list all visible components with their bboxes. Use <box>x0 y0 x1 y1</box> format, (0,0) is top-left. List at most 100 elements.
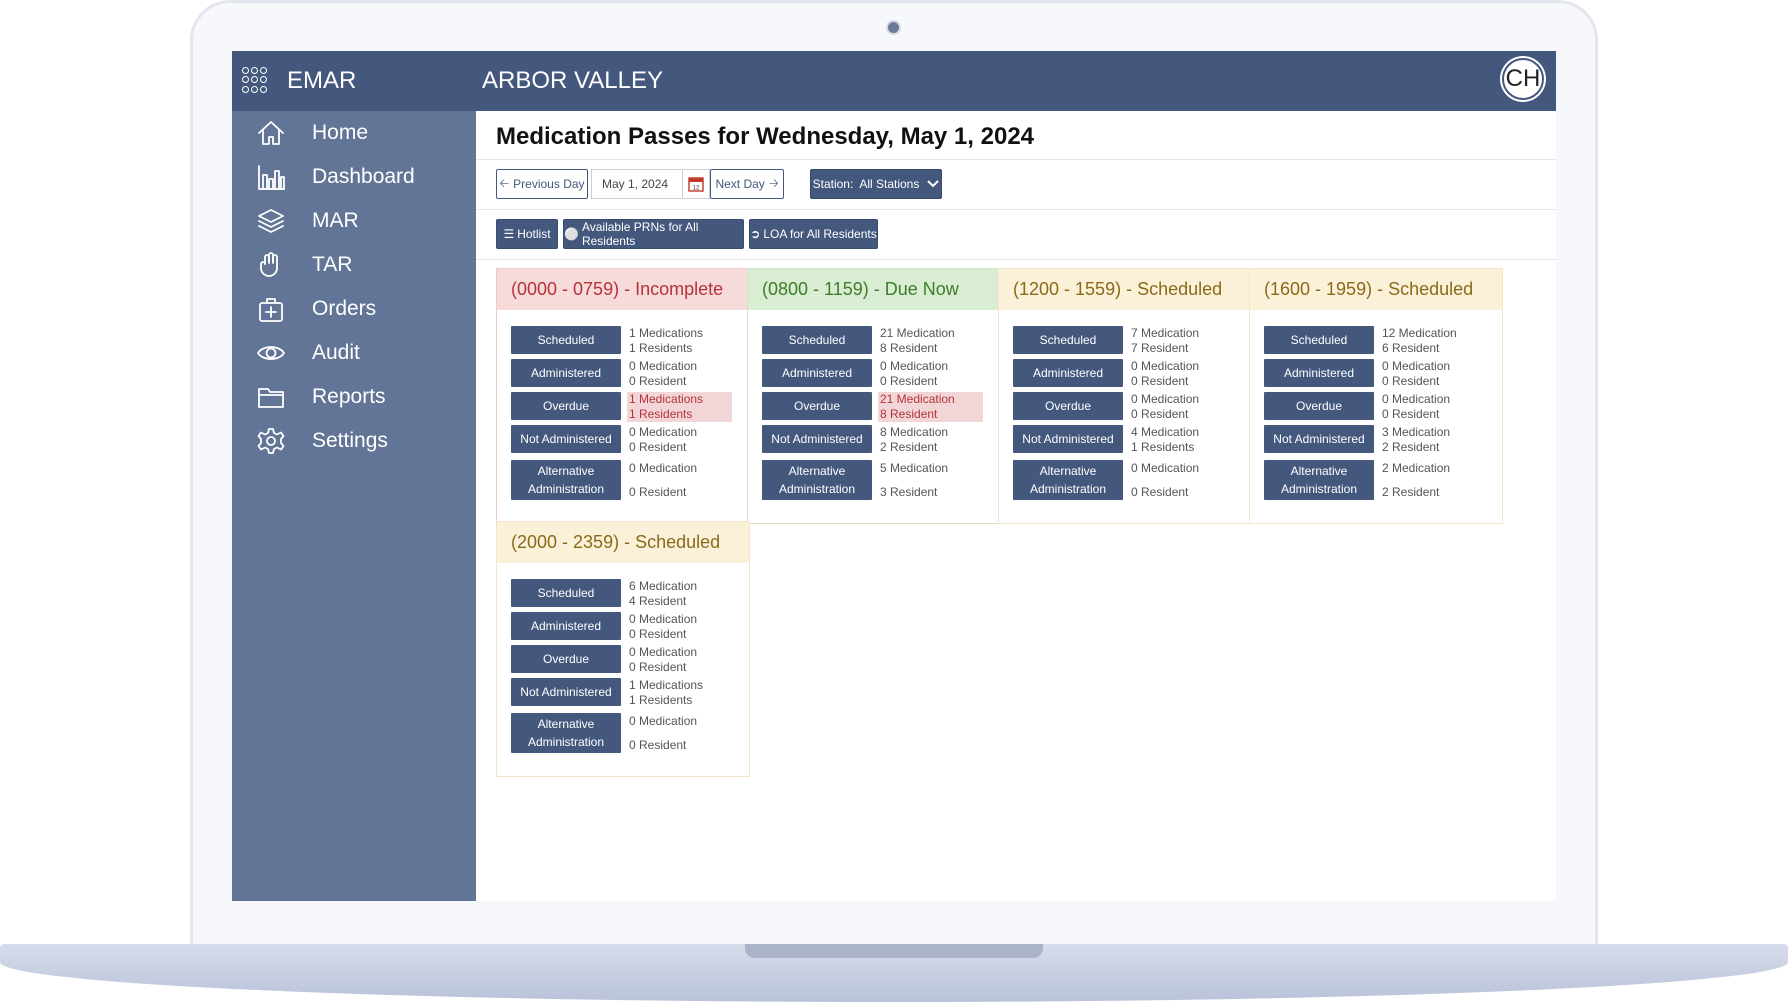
station-dropdown[interactable]: Station: All Stations <box>810 169 942 199</box>
status-button[interactable]: Alternative Administration <box>1013 460 1123 500</box>
resident-count: 0 Resident <box>1382 407 1440 421</box>
status-button[interactable]: Alternative Administration <box>762 460 872 500</box>
status-button[interactable]: Overdue <box>1013 392 1123 420</box>
available-prns-button[interactable]: ⚪ Available PRNs for All Residents <box>563 219 744 249</box>
sidebar-item-label: Home <box>312 121 369 144</box>
resident-count: 0 Resident <box>1131 374 1189 388</box>
sidebar-item-orders[interactable]: Orders <box>232 287 476 331</box>
pass-row-info: 0 Medication 0 Resident <box>1129 359 1234 389</box>
resident-count: 1 Residents <box>629 407 693 421</box>
user-avatar[interactable]: CH <box>1502 58 1544 100</box>
medication-count: 1 Medications <box>629 392 704 406</box>
loa-button[interactable]: ➲ LOA for All Residents <box>749 219 878 249</box>
status-button[interactable]: Administered <box>1013 359 1123 387</box>
sidebar-item-settings[interactable]: Settings <box>232 419 476 463</box>
medication-count: 6 Medication <box>629 579 698 593</box>
status-button[interactable]: Not Administered <box>1264 425 1374 453</box>
resident-count: 7 Resident <box>1131 341 1189 355</box>
resident-count: 0 Resident <box>1131 485 1189 499</box>
pass-row-info: 0 Medication 0 Resident <box>627 425 732 455</box>
sidebar-item-label: MAR <box>312 209 359 232</box>
available-prns-label: Available PRNs for All Residents <box>581 220 699 248</box>
status-button[interactable]: Overdue <box>511 392 621 420</box>
divider <box>476 159 1556 160</box>
resident-count: 0 Resident <box>629 660 687 674</box>
status-button[interactable]: Administered <box>762 359 872 387</box>
medication-count: 0 Medication <box>629 645 698 659</box>
hotlist-label: Hotlist <box>517 227 551 241</box>
status-button[interactable]: Not Administered <box>511 425 621 453</box>
medication-count: 3 Medication <box>1382 425 1451 439</box>
resident-count: 4 Resident <box>629 594 687 608</box>
status-button[interactable]: Scheduled <box>762 326 872 354</box>
status-button[interactable]: Administered <box>511 612 621 640</box>
status-button[interactable]: Not Administered <box>511 678 621 706</box>
sidebar: Home Dashboard MAR TAR Orders Audit Repo… <box>232 111 476 901</box>
resident-count: 3 Resident <box>880 485 938 499</box>
status-button[interactable]: Not Administered <box>762 425 872 453</box>
sidebar-item-mar[interactable]: MAR <box>232 199 476 243</box>
sidebar-item-home[interactable]: Home <box>232 111 476 155</box>
sidebar-item-label: Audit <box>312 341 360 364</box>
hand-icon <box>260 252 278 277</box>
arrow-left-icon: 🡠 <box>499 175 510 190</box>
pass-row-info: 0 Medication 0 Resident <box>1380 392 1485 422</box>
resident-count: 1 Residents <box>1131 440 1195 454</box>
medication-count: 12 Medication <box>1382 326 1457 340</box>
medication-count: 0 Medication <box>880 359 949 373</box>
pass-card-title: (0800 - 1159) - Due Now <box>748 269 1000 310</box>
hotlist-button[interactable]: ☰ Hotlist <box>496 219 558 249</box>
pass-row-info: 0 Medication 0 Resident <box>627 612 732 642</box>
status-button[interactable]: Overdue <box>762 392 872 420</box>
medication-count: 0 Medication <box>629 612 698 626</box>
sidebar-item-tar[interactable]: TAR <box>232 243 476 287</box>
status-button[interactable]: Administered <box>1264 359 1374 387</box>
status-button[interactable]: Scheduled <box>1013 326 1123 354</box>
medication-count: 5 Medication <box>880 461 949 475</box>
status-button[interactable]: Not Administered <box>1013 425 1123 453</box>
medication-count: 0 Medication <box>1382 359 1451 373</box>
sign-out-icon: ➲ <box>750 227 761 241</box>
status-button[interactable]: Alternative Administration <box>1264 460 1374 500</box>
sidebar-item-audit[interactable]: Audit <box>232 331 476 375</box>
pass-row-info: 7 Medication 7 Resident <box>1129 326 1234 356</box>
resident-count: 0 Resident <box>1382 374 1440 388</box>
resident-count: 1 Residents <box>629 693 693 707</box>
camera-icon <box>886 20 901 35</box>
date-input[interactable]: May 1, 2024 <box>591 169 683 199</box>
calendar-button[interactable]: 12 <box>682 169 710 199</box>
pass-row-info: 0 Medication 0 Resident <box>1129 392 1234 422</box>
resident-count: 2 Resident <box>880 440 938 454</box>
pass-card: (0800 - 1159) - Due Now Scheduled 21 Medic… <box>747 268 1001 524</box>
next-day-button[interactable]: Next Day 🡢 <box>710 169 784 199</box>
previous-day-label: Previous Day <box>513 177 585 191</box>
app-name: EMAR <box>287 67 357 94</box>
app-launcher-icon[interactable] <box>242 67 268 93</box>
previous-day-button[interactable]: 🡠 Previous Day <box>496 169 588 199</box>
pass-row-info: 0 Medication 0 Resident <box>878 359 983 389</box>
status-button[interactable]: Alternative Administration <box>511 713 621 753</box>
status-button[interactable]: Scheduled <box>1264 326 1374 354</box>
resident-count: 0 Resident <box>629 374 687 388</box>
pass-card-title: (1200 - 1559) - Scheduled <box>999 269 1251 310</box>
divider <box>476 259 1556 260</box>
pass-row-info: 12 Medication 6 Resident <box>1380 326 1485 356</box>
eye-icon <box>257 346 285 360</box>
sidebar-item-label: Settings <box>312 429 388 452</box>
divider <box>476 209 1556 210</box>
resident-count: 8 Resident <box>880 341 938 355</box>
status-button[interactable]: Scheduled <box>511 579 621 607</box>
status-button[interactable]: Scheduled <box>511 326 621 354</box>
status-button[interactable]: Overdue <box>1264 392 1374 420</box>
resident-count: 0 Resident <box>629 738 687 752</box>
medication-count: 0 Medication <box>629 359 698 373</box>
medication-count: 2 Medication <box>1382 461 1451 475</box>
status-button[interactable]: Alternative Administration <box>511 460 621 500</box>
medication-count: 0 Medication <box>1382 392 1451 406</box>
gear-icon <box>257 428 285 454</box>
sidebar-item-reports[interactable]: Reports <box>232 375 476 419</box>
sidebar-item-dashboard[interactable]: Dashboard <box>232 155 476 199</box>
resident-count: 0 Resident <box>1131 407 1189 421</box>
status-button[interactable]: Overdue <box>511 645 621 673</box>
status-button[interactable]: Administered <box>511 359 621 387</box>
